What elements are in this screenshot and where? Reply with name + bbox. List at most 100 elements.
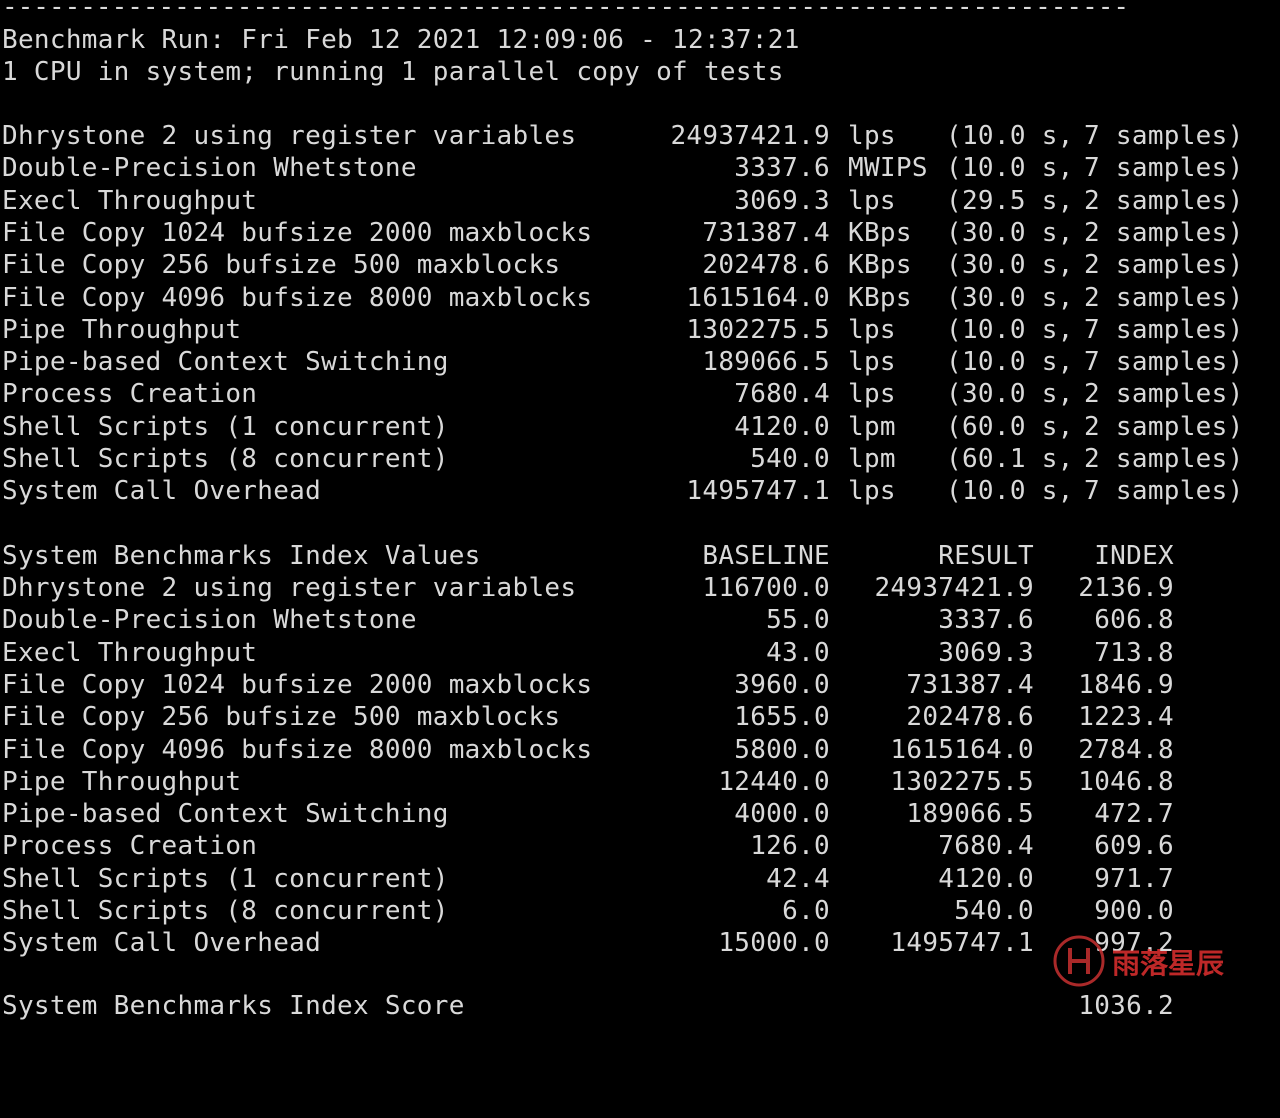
index-baseline: 55.0	[766, 605, 830, 636]
result-samples: 7 samples)	[1084, 314, 1244, 345]
index-baseline: 126.0	[750, 831, 830, 862]
index-row: Shell Scripts (1 concurrent) 42.4 4120.0 97…	[2, 863, 1280, 895]
result-row: Dhrystone 2 using register variables 2493…	[2, 120, 1280, 152]
index-row: Process Creation 126.0 7680.4 609.6	[2, 830, 1280, 862]
index-value: 609.6	[1094, 831, 1174, 862]
index-title: System Benchmarks Index Values	[2, 541, 481, 571]
index-name: Pipe-based Context Switching	[2, 799, 449, 830]
col-result-header: RESULT	[938, 541, 1034, 571]
index-row: File Copy 256 bufsize 500 maxblocks 1655.…	[2, 701, 1280, 733]
index-baseline: 5800.0	[734, 734, 830, 765]
index-result: 1495747.1	[890, 928, 1034, 959]
result-samples: 2 samples)	[1084, 444, 1244, 474]
result-value: 3069.3	[734, 185, 830, 216]
index-baseline: 43.0	[766, 637, 830, 668]
index-baseline: 15000.0	[718, 928, 830, 959]
result-samples: 2 samples)	[1084, 379, 1244, 410]
score-row: System Benchmarks Index Score 1036.2	[2, 990, 1280, 1022]
result-unit: lps	[848, 185, 896, 216]
index-row: Execl Throughput 43.0 3069.3 713.8	[2, 637, 1280, 669]
result-time: (30.0 s,	[946, 282, 1074, 313]
result-samples: 7 samples)	[1084, 476, 1244, 507]
index-row: Dhrystone 2 using register variables 1167…	[2, 572, 1280, 604]
result-unit: MWIPS	[848, 153, 928, 184]
index-value: 1846.9	[1078, 669, 1174, 700]
result-row: Process Creation 7680.4 lps (30.0 s, 2 sampl…	[2, 378, 1280, 410]
result-row: Shell Scripts (1 concurrent) 4120.0 lpm (60…	[2, 411, 1280, 443]
watermark-logo-icon	[1053, 935, 1105, 987]
result-value: 1615164.0	[686, 282, 830, 313]
result-unit: KBps	[848, 250, 912, 281]
result-unit: lpm	[848, 444, 896, 474]
index-value: 1223.4	[1078, 702, 1174, 733]
result-value: 4120.0	[734, 411, 830, 442]
result-row: Pipe-based Context Switching 189066.5 lps (…	[2, 346, 1280, 378]
terminal-window: ----------------------------------------…	[0, 0, 1280, 1021]
result-time: (10.0 s,	[946, 347, 1074, 378]
index-name: Execl Throughput	[2, 637, 258, 668]
index-name: Dhrystone 2 using register variables	[2, 573, 577, 603]
result-row: File Copy 4096 bufsize 8000 maxblocks 161…	[2, 282, 1280, 314]
result-time: (10.0 s,	[946, 121, 1074, 151]
index-row: File Copy 1024 bufsize 2000 maxblocks 396…	[2, 669, 1280, 701]
result-samples: 7 samples)	[1084, 153, 1244, 184]
index-row: File Copy 4096 bufsize 8000 maxblocks 580…	[2, 734, 1280, 766]
index-baseline: 12440.0	[718, 766, 830, 797]
benchmark-run-line: Benchmark Run: Fri Feb 12 2021 12:09:06 …	[2, 25, 800, 55]
result-time: (10.0 s,	[946, 153, 1074, 184]
result-value: 1495747.1	[686, 476, 830, 507]
result-name: System Call Overhead	[2, 476, 322, 507]
score-value: 1036.2	[1078, 991, 1174, 1021]
result-unit: lps	[848, 379, 896, 410]
result-name: Pipe Throughput	[2, 314, 242, 345]
result-row: Execl Throughput 3069.3 lps (29.5 s, 2 sampl…	[2, 185, 1280, 217]
score-label: System Benchmarks Index Score	[2, 991, 465, 1021]
index-value: 713.8	[1094, 637, 1174, 668]
result-value: 540.0	[750, 444, 830, 474]
result-unit: KBps	[848, 217, 912, 248]
result-unit: lps	[848, 347, 896, 378]
result-value: 1302275.5	[686, 314, 830, 345]
result-unit: lps	[848, 314, 896, 345]
index-baseline: 42.4	[766, 863, 830, 894]
result-row: System Call Overhead 1495747.1 lps (10.0 s,…	[2, 475, 1280, 507]
result-time: (60.0 s,	[946, 411, 1074, 442]
col-baseline-header: BASELINE	[702, 541, 830, 571]
result-samples: 2 samples)	[1084, 250, 1244, 281]
col-index-header: INDEX	[1094, 541, 1174, 571]
result-name: File Copy 256 bufsize 500 maxblocks	[2, 250, 561, 281]
result-name: Double-Precision Whetstone	[2, 153, 417, 184]
index-result: 202478.6	[906, 702, 1034, 733]
index-baseline: 1655.0	[734, 702, 830, 733]
result-name: Shell Scripts (8 concurrent)	[2, 444, 449, 474]
result-samples: 2 samples)	[1084, 185, 1244, 216]
index-value: 606.8	[1094, 605, 1174, 636]
index-result: 3069.3	[938, 637, 1034, 668]
result-name: Execl Throughput	[2, 185, 258, 216]
result-unit: lpm	[848, 411, 896, 442]
index-value: 2136.9	[1078, 573, 1174, 603]
index-name: System Call Overhead	[2, 928, 322, 959]
index-name: File Copy 1024 bufsize 2000 maxblocks	[2, 669, 593, 700]
index-baseline: 4000.0	[734, 799, 830, 830]
index-result: 189066.5	[906, 799, 1034, 830]
result-name: Shell Scripts (1 concurrent)	[2, 411, 449, 442]
result-name: File Copy 4096 bufsize 8000 maxblocks	[2, 282, 593, 313]
index-baseline: 116700.0	[702, 573, 830, 603]
index-header-row: System Benchmarks Index Values BASELINE …	[2, 540, 1280, 572]
result-value: 189066.5	[702, 347, 830, 378]
index-name: Pipe Throughput	[2, 766, 242, 797]
result-name: Pipe-based Context Switching	[2, 347, 449, 378]
result-time: (10.0 s,	[946, 476, 1074, 507]
result-row: File Copy 1024 bufsize 2000 maxblocks 731…	[2, 217, 1280, 249]
result-time: (60.1 s,	[946, 444, 1074, 474]
index-row: Shell Scripts (8 concurrent) 6.0 540.0 900.…	[2, 895, 1280, 927]
watermark: 雨落星辰	[1052, 934, 1252, 990]
index-value: 1046.8	[1078, 766, 1174, 797]
result-time: (30.0 s,	[946, 379, 1074, 410]
index-result: 24937421.9	[874, 573, 1034, 603]
result-time: (30.0 s,	[946, 217, 1074, 248]
index-name: File Copy 4096 bufsize 8000 maxblocks	[2, 734, 593, 765]
index-result: 7680.4	[938, 831, 1034, 862]
result-row: Shell Scripts (8 concurrent) 540.0 lpm (60.…	[2, 443, 1280, 475]
